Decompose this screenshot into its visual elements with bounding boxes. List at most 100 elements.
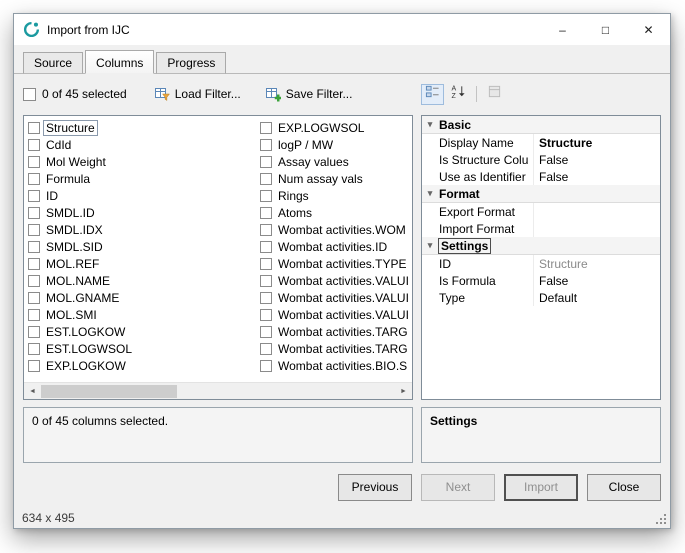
column-checkbox[interactable]: [28, 343, 40, 355]
column-checkbox[interactable]: [28, 309, 40, 321]
column-item[interactable]: Wombat activities.VALUI: [260, 289, 410, 306]
property-row[interactable]: Display NameStructure: [422, 134, 660, 151]
column-checkbox[interactable]: [28, 224, 40, 236]
tab-source[interactable]: Source: [23, 52, 83, 74]
property-category-settings[interactable]: ▾Settings: [422, 237, 660, 255]
column-item[interactable]: Rings: [260, 187, 410, 204]
property-value[interactable]: False: [534, 170, 660, 184]
column-item[interactable]: EXP.LOGWSOL: [260, 119, 410, 136]
column-checkbox[interactable]: [28, 190, 40, 202]
column-checkbox[interactable]: [260, 258, 272, 270]
column-item[interactable]: EST.LOGKOW: [28, 323, 260, 340]
scroll-right-arrow-icon[interactable]: ►: [395, 383, 412, 400]
property-row[interactable]: IDStructure: [422, 255, 660, 272]
property-value[interactable]: False: [534, 274, 660, 288]
chevron-down-icon[interactable]: ▾: [425, 119, 435, 130]
column-checkbox[interactable]: [260, 343, 272, 355]
column-item[interactable]: Formula: [28, 170, 260, 187]
property-value[interactable]: Structure: [534, 257, 660, 271]
tab-columns[interactable]: Columns: [85, 50, 154, 74]
column-checkbox[interactable]: [28, 326, 40, 338]
property-row[interactable]: Is FormulaFalse: [422, 272, 660, 289]
column-item[interactable]: Wombat activities.TARG: [260, 340, 410, 357]
property-row[interactable]: Use as IdentifierFalse: [422, 168, 660, 185]
scroll-left-arrow-icon[interactable]: ◄: [24, 383, 41, 400]
scrollbar-thumb[interactable]: [41, 385, 177, 398]
column-item[interactable]: EXP.LOGKOW: [28, 357, 260, 374]
previous-button[interactable]: Previous: [338, 474, 412, 501]
column-checkbox[interactable]: [28, 122, 40, 134]
next-button[interactable]: Next: [421, 474, 495, 501]
column-checkbox[interactable]: [28, 258, 40, 270]
property-category-format[interactable]: ▾Format: [422, 185, 660, 203]
column-item[interactable]: Assay values: [260, 153, 410, 170]
property-row[interactable]: TypeDefault: [422, 289, 660, 306]
column-item[interactable]: MOL.NAME: [28, 272, 260, 289]
column-item[interactable]: Wombat activities.VALUI: [260, 306, 410, 323]
save-filter-button[interactable]: Save Filter...: [256, 82, 362, 106]
column-checkbox[interactable]: [28, 139, 40, 151]
property-row[interactable]: Import Format: [422, 220, 660, 237]
column-item[interactable]: EST.LOGWSOL: [28, 340, 260, 357]
column-checkbox[interactable]: [260, 360, 272, 372]
column-checkbox[interactable]: [260, 122, 272, 134]
property-value[interactable]: Structure: [534, 136, 660, 150]
property-value[interactable]: Default: [534, 291, 660, 305]
property-value[interactable]: False: [534, 153, 660, 167]
close-button[interactable]: Close: [587, 474, 661, 501]
column-item[interactable]: SMDL.IDX: [28, 221, 260, 238]
chevron-down-icon[interactable]: ▾: [425, 240, 435, 251]
column-item[interactable]: Wombat activities.ID: [260, 238, 410, 255]
column-item[interactable]: Mol Weight: [28, 153, 260, 170]
column-checkbox[interactable]: [260, 326, 272, 338]
column-item[interactable]: logP / MW: [260, 136, 410, 153]
close-window-button[interactable]: ✕: [627, 14, 670, 45]
maximize-button[interactable]: □: [584, 14, 627, 45]
sort-alphabetical-button[interactable]: A Z: [447, 84, 470, 105]
column-checkbox[interactable]: [28, 360, 40, 372]
column-item[interactable]: Wombat activities.WOM: [260, 221, 410, 238]
column-checkbox[interactable]: [260, 207, 272, 219]
column-item[interactable]: Num assay vals: [260, 170, 410, 187]
column-item[interactable]: MOL.REF: [28, 255, 260, 272]
horizontal-scrollbar[interactable]: ◄ ►: [24, 382, 412, 399]
column-item[interactable]: Wombat activities.TYPE: [260, 255, 410, 272]
column-item[interactable]: MOL.SMI: [28, 306, 260, 323]
minimize-button[interactable]: –: [541, 14, 584, 45]
column-item[interactable]: Wombat activities.VALUI: [260, 272, 410, 289]
column-checkbox[interactable]: [260, 156, 272, 168]
column-item[interactable]: Wombat activities.TARG: [260, 323, 410, 340]
column-checkbox[interactable]: [260, 292, 272, 304]
column-item[interactable]: SMDL.SID: [28, 238, 260, 255]
column-item[interactable]: Structure: [28, 119, 260, 136]
import-button[interactable]: Import: [504, 474, 578, 501]
column-checkbox[interactable]: [260, 190, 272, 202]
titlebar[interactable]: Import from IJC – □ ✕: [14, 14, 670, 45]
column-checkbox[interactable]: [260, 139, 272, 151]
select-all-checkbox[interactable]: [23, 88, 36, 101]
column-checkbox[interactable]: [260, 275, 272, 287]
column-checkbox[interactable]: [28, 207, 40, 219]
column-checkbox[interactable]: [28, 241, 40, 253]
column-item[interactable]: ID: [28, 187, 260, 204]
load-filter-button[interactable]: Load Filter...: [145, 82, 250, 106]
column-item[interactable]: Atoms: [260, 204, 410, 221]
column-checkbox[interactable]: [260, 173, 272, 185]
column-checkbox[interactable]: [28, 292, 40, 304]
column-checkbox[interactable]: [260, 224, 272, 236]
column-item[interactable]: MOL.GNAME: [28, 289, 260, 306]
property-category-basic[interactable]: ▾Basic: [422, 116, 660, 134]
column-checkbox[interactable]: [28, 156, 40, 168]
categorized-view-button[interactable]: [421, 84, 444, 105]
chevron-down-icon[interactable]: ▾: [425, 188, 435, 199]
column-checkbox[interactable]: [260, 241, 272, 253]
resize-grip[interactable]: [655, 513, 667, 525]
column-checkbox[interactable]: [28, 173, 40, 185]
column-checkbox[interactable]: [28, 275, 40, 287]
property-row[interactable]: Is Structure ColuFalse: [422, 151, 660, 168]
tab-progress[interactable]: Progress: [156, 52, 226, 74]
column-item[interactable]: Wombat activities.BIO.S: [260, 357, 410, 374]
column-checkbox[interactable]: [260, 309, 272, 321]
column-item[interactable]: SMDL.ID: [28, 204, 260, 221]
property-row[interactable]: Export Format: [422, 203, 660, 220]
